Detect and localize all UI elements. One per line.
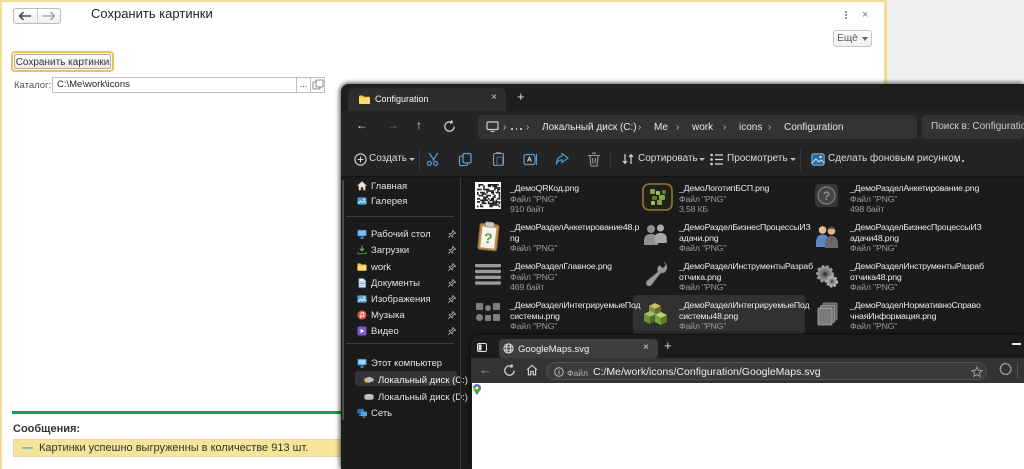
svg-text:?: ? [823, 189, 830, 203]
svg-text:?: ? [483, 230, 493, 247]
